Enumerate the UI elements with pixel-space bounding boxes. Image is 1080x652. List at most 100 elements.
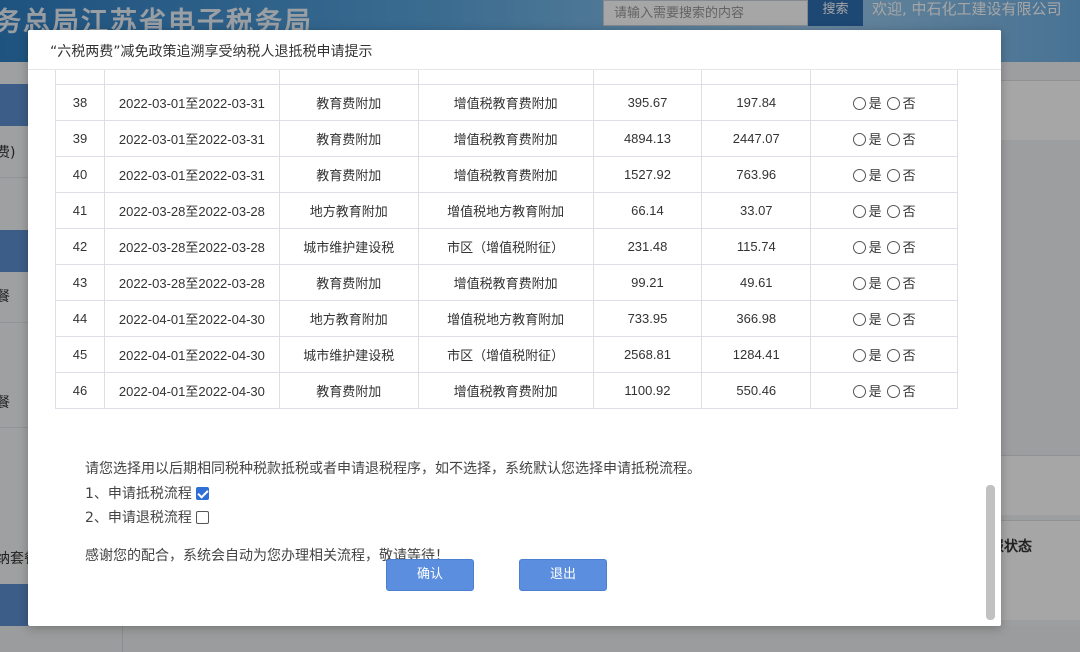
row-number: 43 <box>55 264 105 301</box>
refund-amount: 49.61 <box>701 264 812 301</box>
dialog-scrollbar[interactable] <box>986 485 995 620</box>
table-row <box>55 70 958 85</box>
refund-table[interactable]: 38 2022-03-01至2022-03-31 教育费附加 增值税教育费附加 395.… <box>55 70 958 412</box>
refund-amount: 33.07 <box>701 192 812 229</box>
tax-period: 2022-03-01至2022-03-31 <box>103 120 280 157</box>
row-number: 40 <box>55 156 105 193</box>
yes-label: 是 <box>868 204 882 219</box>
yes-radio[interactable] <box>852 349 866 362</box>
tax-amount: 99.21 <box>592 264 703 301</box>
table-row: 43 2022-03-28至2022-03-28 教育费附加 增值税教育费附加 99.2… <box>55 264 958 301</box>
option-offset-tax[interactable]: 1、申请抵税流程 <box>85 483 209 503</box>
tax-period: 2022-03-01至2022-03-31 <box>103 84 280 121</box>
yes-label: 是 <box>868 96 882 111</box>
yes-radio[interactable] <box>852 169 866 182</box>
row-number: 38 <box>55 84 105 121</box>
tax-amount: 231.48 <box>592 228 703 265</box>
tax-period: 2022-03-28至2022-03-28 <box>103 264 280 301</box>
dialog-body: 38 2022-03-01至2022-03-31 教育费附加 增值税教育费附加 395.… <box>28 70 1001 626</box>
tax-amount: 66.14 <box>592 192 703 229</box>
tax-period: 2022-04-01至2022-04-30 <box>103 372 280 409</box>
tax-period: 2022-04-01至2022-04-30 <box>103 300 280 337</box>
no-radio[interactable] <box>886 385 900 398</box>
choice-cell: 是否 <box>810 228 958 265</box>
refund-amount: 115.74 <box>701 228 812 265</box>
tax-amount: 4894.13 <box>592 120 703 157</box>
yes-radio[interactable] <box>852 313 866 326</box>
yes-radio[interactable] <box>852 385 866 398</box>
option-refund-tax-label: 2、申请退税流程 <box>85 510 192 526</box>
refund-amount: 1284.41 <box>701 336 812 373</box>
confirm-button[interactable]: 确认 <box>386 559 474 591</box>
no-radio[interactable] <box>886 169 900 182</box>
table-row: 46 2022-04-01至2022-04-30 教育费附加 增值税教育费附加 1100… <box>55 372 958 409</box>
no-radio[interactable] <box>886 97 900 110</box>
tax-type: 地方教育附加 <box>278 300 419 337</box>
no-label: 否 <box>902 96 916 111</box>
tax-item: 增值税教育费附加 <box>417 84 594 121</box>
tax-amount: 1100.92 <box>592 372 703 409</box>
table-row: 40 2022-03-01至2022-03-31 教育费附加 增值税教育费附加 1527… <box>55 156 958 193</box>
no-radio[interactable] <box>886 205 900 218</box>
choice-cell: 是否 <box>810 120 958 157</box>
no-radio[interactable] <box>886 349 900 362</box>
option-refund-tax[interactable]: 2、申请退税流程 <box>85 507 209 527</box>
tax-type: 教育费附加 <box>278 156 419 193</box>
refund-amount: 763.96 <box>701 156 812 193</box>
yes-radio[interactable] <box>852 133 866 146</box>
tax-amount: 1527.92 <box>592 156 703 193</box>
yes-radio[interactable] <box>852 277 866 290</box>
table-row: 44 2022-04-01至2022-04-30 地方教育附加 增值税地方教育附加 73… <box>55 300 958 337</box>
no-radio[interactable] <box>886 241 900 254</box>
refund-amount: 366.98 <box>701 300 812 337</box>
choice-cell: 是否 <box>810 156 958 193</box>
tax-item: 增值税地方教育附加 <box>417 192 594 229</box>
tax-period: 2022-03-28至2022-03-28 <box>103 228 280 265</box>
tax-amount: 395.67 <box>592 84 703 121</box>
refund-dialog: “六税两费”减免政策追溯享受纳税人退抵税申请提示 38 2022-03-01至20… <box>28 30 1001 626</box>
refund-amount: 197.84 <box>701 84 812 121</box>
row-number: 46 <box>55 372 105 409</box>
no-radio[interactable] <box>886 277 900 290</box>
tax-type: 地方教育附加 <box>278 192 419 229</box>
no-label: 否 <box>902 132 916 147</box>
tax-period: 2022-03-28至2022-03-28 <box>103 192 280 229</box>
exit-button[interactable]: 退出 <box>519 559 607 591</box>
no-label: 否 <box>902 240 916 255</box>
tax-item: 增值税教育费附加 <box>417 372 594 409</box>
no-radio[interactable] <box>886 133 900 146</box>
tax-type: 教育费附加 <box>278 264 419 301</box>
tax-type: 教育费附加 <box>278 372 419 409</box>
table-row: 41 2022-03-28至2022-03-28 地方教育附加 增值税地方教育附加 66… <box>55 192 958 229</box>
choice-cell: 是否 <box>810 372 958 409</box>
row-number: 42 <box>55 228 105 265</box>
tax-type: 教育费附加 <box>278 84 419 121</box>
refund-tax-checkbox[interactable] <box>195 511 209 524</box>
tax-amount: 733.95 <box>592 300 703 337</box>
yes-radio[interactable] <box>852 205 866 218</box>
choice-cell: 是否 <box>810 336 958 373</box>
tax-period: 2022-04-01至2022-04-30 <box>103 336 280 373</box>
refund-amount: 2447.07 <box>701 120 812 157</box>
yes-radio[interactable] <box>852 241 866 254</box>
table-row: 38 2022-03-01至2022-03-31 教育费附加 增值税教育费附加 395.… <box>55 84 958 121</box>
row-number: 39 <box>55 120 105 157</box>
no-label: 否 <box>902 168 916 183</box>
tax-item: 增值税地方教育附加 <box>417 300 594 337</box>
table-row: 42 2022-03-28至2022-03-28 城市维护建设税 市区（增值税附征） 2… <box>55 228 958 265</box>
tax-item: 增值税教育费附加 <box>417 264 594 301</box>
choice-cell: 是否 <box>810 300 958 337</box>
table-row: 45 2022-04-01至2022-04-30 城市维护建设税 市区（增值税附征） 2… <box>55 336 958 373</box>
offset-tax-checkbox[interactable] <box>195 487 209 500</box>
no-radio[interactable] <box>886 313 900 326</box>
yes-label: 是 <box>868 312 882 327</box>
yes-label: 是 <box>868 168 882 183</box>
tax-item: 市区（增值税附征） <box>417 336 594 373</box>
no-label: 否 <box>902 384 916 399</box>
choice-cell: 是否 <box>810 264 958 301</box>
tax-item: 市区（增值税附征） <box>417 228 594 265</box>
yes-radio[interactable] <box>852 97 866 110</box>
yes-label: 是 <box>868 348 882 363</box>
tax-item: 增值税教育费附加 <box>417 156 594 193</box>
tax-period: 2022-03-01至2022-03-31 <box>103 156 280 193</box>
